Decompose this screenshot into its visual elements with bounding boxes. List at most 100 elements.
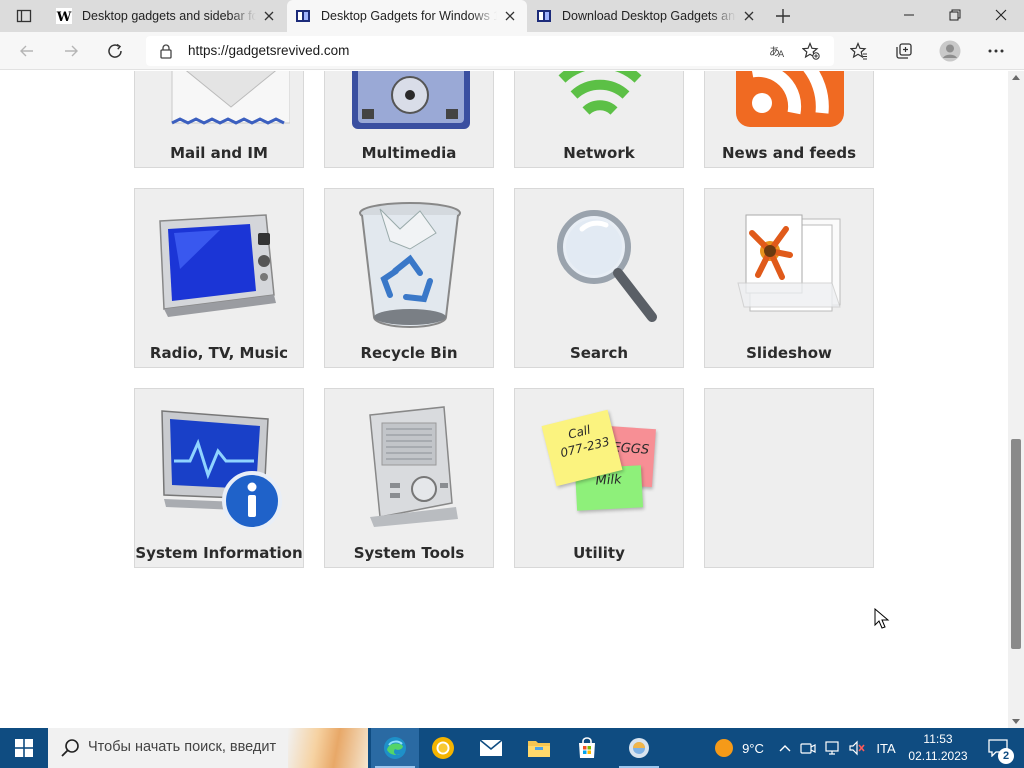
volume-button[interactable]: [846, 728, 868, 768]
category-card-news-feeds[interactable]: News and feeds: [704, 71, 874, 168]
close-tab-icon[interactable]: [740, 7, 758, 25]
input-language-indicator[interactable]: ITA: [872, 728, 900, 768]
chevron-up-icon: [779, 745, 791, 752]
mail-icon: [479, 739, 503, 756]
back-arrow-icon: [20, 45, 33, 57]
taskbar-app-edge[interactable]: [371, 728, 419, 768]
taskbar-app-gadgets[interactable]: [615, 728, 663, 768]
category-label: System Information: [135, 544, 303, 562]
volume-muted-icon: [849, 740, 865, 756]
monitor-info-icon: [161, 410, 282, 529]
weather-temperature: 9°C: [742, 740, 764, 756]
search-highlight-image: [288, 728, 368, 768]
taskbar-app-chrome-canary[interactable]: [419, 728, 467, 768]
rss-feed-icon: [736, 71, 844, 127]
tab-wikipedia[interactable]: W Desktop gadgets and sidebar for: [48, 0, 286, 32]
svg-text:A: A: [778, 50, 785, 59]
category-card-slideshow[interactable]: Slideshow: [704, 188, 874, 368]
address-bar[interactable]: https://gadgetsrevived.com あA: [146, 36, 834, 66]
category-card-mail-im[interactable]: Mail and IM: [134, 71, 304, 168]
category-card-network[interactable]: Network: [514, 71, 684, 168]
category-card-search[interactable]: Search: [514, 188, 684, 368]
show-hidden-icons-button[interactable]: [776, 728, 794, 768]
category-card-radio-tv-music[interactable]: Radio, TV, Music: [134, 188, 304, 368]
taskbar-app-store[interactable]: [563, 728, 611, 768]
gadgets-site-icon: [295, 8, 311, 24]
category-label: Search: [569, 344, 629, 362]
restore-button[interactable]: [932, 0, 978, 30]
favorites-button[interactable]: [844, 37, 874, 65]
translate-icon[interactable]: あA: [766, 41, 788, 61]
restore-icon: [949, 9, 961, 21]
collections-icon: [896, 43, 912, 59]
tab-download-gadgets[interactable]: Download Desktop Gadgets and: [528, 0, 766, 32]
plus-icon: [776, 9, 790, 23]
url-text[interactable]: https://gadgetsrevived.com: [188, 43, 349, 58]
chrome-canary-icon: [432, 737, 454, 759]
category-card-system-information[interactable]: System Information: [134, 388, 304, 568]
back-button[interactable]: [12, 37, 42, 65]
system-clock[interactable]: 11:53 02.11.2023: [902, 731, 974, 765]
more-dots-icon: [988, 49, 1004, 53]
category-card-system-tools[interactable]: System Tools: [324, 388, 494, 568]
hardware-tools-icon: [369, 406, 458, 527]
taskbar-app-mail[interactable]: [467, 728, 515, 768]
category-card-utility[interactable]: EGGS Milk Call 077-233 Utility: [514, 388, 684, 568]
tablet-device-icon: [159, 214, 276, 317]
minimize-button[interactable]: [886, 0, 932, 30]
avatar-icon: [939, 40, 961, 62]
forward-arrow-icon: [65, 45, 78, 57]
category-label: Mail and IM: [170, 144, 268, 162]
collections-button[interactable]: [889, 37, 919, 65]
windows-taskbar: Чтобы начать поиск, введит 9°C ITA 11:53…: [0, 728, 1024, 768]
close-tab-icon[interactable]: [501, 7, 519, 25]
add-favorite-icon[interactable]: [800, 41, 822, 61]
scrollbar-thumb[interactable]: [1011, 439, 1021, 649]
weather-widget[interactable]: 9°C: [704, 728, 774, 768]
meet-now-button[interactable]: [798, 728, 818, 768]
category-card-recycle-bin[interactable]: Recycle Bin: [324, 188, 494, 368]
page-scrollbar[interactable]: [1008, 71, 1024, 728]
category-label: Slideshow: [746, 344, 832, 362]
search-icon: [61, 739, 79, 757]
store-icon: [579, 737, 595, 758]
refresh-button[interactable]: [100, 37, 130, 65]
svg-text:W: W: [56, 10, 72, 24]
scroll-down-arrow-icon[interactable]: [1012, 719, 1020, 724]
tab-title: Desktop Gadgets for Windows 1: [321, 9, 497, 23]
category-label: News and feeds: [721, 144, 857, 162]
search-placeholder[interactable]: Чтобы начать поиск, введит: [88, 739, 276, 755]
close-tab-icon[interactable]: [260, 7, 278, 25]
sun-icon: [715, 739, 734, 757]
gadgets-site-icon: [536, 8, 552, 24]
taskbar-search-box[interactable]: Чтобы начать поиск, введит: [48, 728, 368, 768]
photo-stack-icon: [737, 214, 841, 312]
tab-actions-button[interactable]: [8, 3, 40, 29]
action-center-button[interactable]: 2: [978, 728, 1018, 768]
settings-menu-button[interactable]: [981, 37, 1011, 65]
network-status-button[interactable]: [822, 728, 844, 768]
new-tab-button[interactable]: [770, 3, 796, 29]
refresh-icon: [108, 43, 122, 58]
windows-logo-icon: [15, 739, 33, 757]
category-card-multimedia[interactable]: Multimedia: [324, 71, 494, 168]
lock-icon[interactable]: [158, 43, 174, 59]
camera-icon: [800, 743, 816, 754]
media-player-icon: [352, 71, 470, 129]
magnifier-icon: [557, 210, 657, 322]
profile-button[interactable]: [935, 37, 965, 65]
edge-icon: [384, 737, 406, 759]
category-label: Network: [563, 144, 635, 162]
sticky-notes-icon: EGGS Milk Call 077-233: [530, 399, 670, 529]
tab-gadgets-active[interactable]: Desktop Gadgets for Windows 1: [287, 0, 527, 32]
taskbar-app-file-explorer[interactable]: [515, 728, 563, 768]
close-window-button[interactable]: [978, 0, 1024, 30]
category-label: Multimedia: [361, 144, 457, 162]
close-icon: [995, 9, 1007, 21]
mouse-pointer-icon: [874, 608, 890, 629]
favorites-star-icon: [850, 42, 867, 60]
scroll-up-arrow-icon[interactable]: [1012, 75, 1020, 80]
forward-button[interactable]: [56, 37, 86, 65]
category-label: System Tools: [353, 544, 465, 562]
start-button[interactable]: [0, 728, 48, 768]
